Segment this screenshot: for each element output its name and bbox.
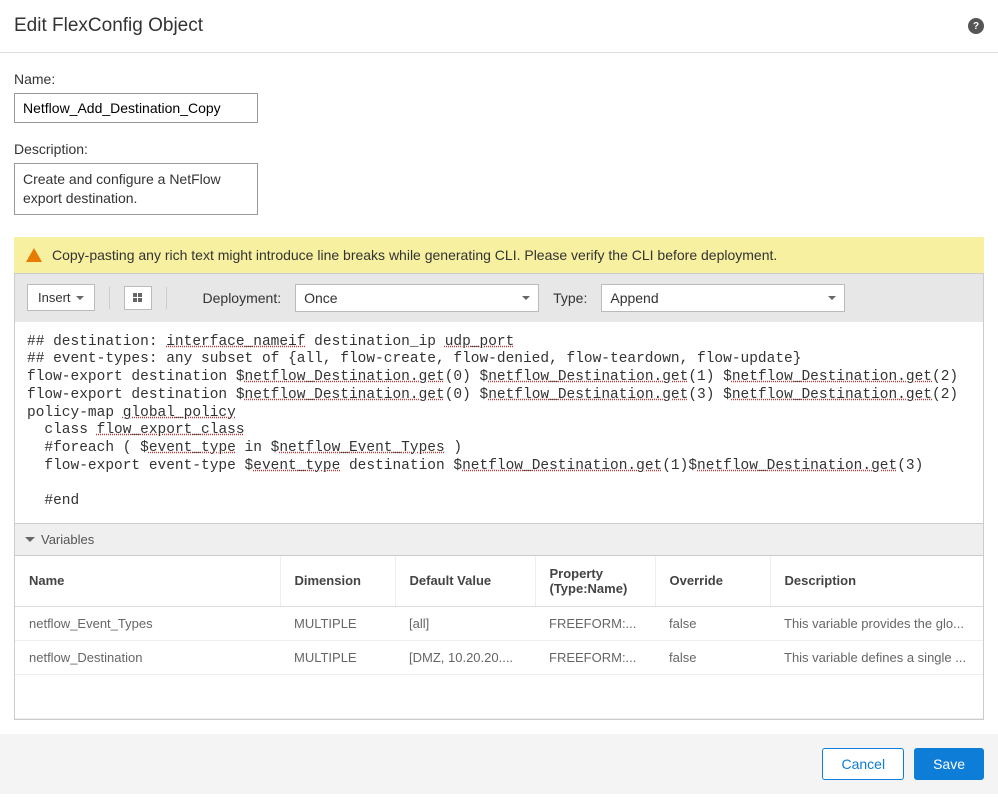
cell-description: This variable defines a single ... xyxy=(770,640,983,674)
cancel-button[interactable]: Cancel xyxy=(822,748,904,780)
deployment-value: Once xyxy=(304,290,337,306)
deployment-label: Deployment: xyxy=(203,290,282,306)
expand-editor-button[interactable] xyxy=(124,286,152,310)
code-editor[interactable]: ## destination: interface_nameif destina… xyxy=(14,322,984,524)
col-name[interactable]: Name xyxy=(15,556,280,607)
cell-default: [all] xyxy=(395,606,535,640)
type-label: Type: xyxy=(553,290,587,306)
description-label: Description: xyxy=(14,141,984,157)
name-input[interactable] xyxy=(14,93,258,123)
description-input[interactable]: Create and configure a NetFlow export de… xyxy=(14,163,258,215)
variables-label: Variables xyxy=(41,532,94,547)
cell-property: FREEFORM:... xyxy=(535,640,655,674)
page-title: Edit FlexConfig Object xyxy=(14,15,203,37)
variables-table: Name Dimension Default Value Property (T… xyxy=(15,556,983,719)
cell-name: netflow_Event_Types xyxy=(15,606,280,640)
divider xyxy=(109,287,110,309)
cell-property: FREEFORM:... xyxy=(535,606,655,640)
cell-dimension: MULTIPLE xyxy=(280,640,395,674)
chevron-down-icon xyxy=(25,537,35,542)
chevron-down-icon xyxy=(522,296,530,300)
table-row[interactable]: netflow_Event_TypesMULTIPLE[all]FREEFORM… xyxy=(15,606,983,640)
cell-override: false xyxy=(655,640,770,674)
cell-dimension: MULTIPLE xyxy=(280,606,395,640)
cell-description: This variable provides the glo... xyxy=(770,606,983,640)
warning-text: Copy-pasting any rich text might introdu… xyxy=(52,247,777,263)
chevron-down-icon xyxy=(828,296,836,300)
save-button[interactable]: Save xyxy=(914,748,984,780)
type-value: Append xyxy=(610,290,658,306)
warning-icon xyxy=(26,248,42,262)
warning-banner: Copy-pasting any rich text might introdu… xyxy=(14,237,984,273)
divider xyxy=(166,287,167,309)
variables-section-header[interactable]: Variables xyxy=(14,524,984,556)
table-row[interactable]: netflow_DestinationMULTIPLE[DMZ, 10.20.2… xyxy=(15,640,983,674)
col-property[interactable]: Property (Type:Name) xyxy=(535,556,655,607)
insert-button[interactable]: Insert xyxy=(27,284,95,311)
insert-label: Insert xyxy=(38,290,71,305)
editor-toolbar: Insert Deployment: Once Type: Append xyxy=(14,273,984,322)
deployment-select[interactable]: Once xyxy=(295,284,539,312)
cell-override: false xyxy=(655,606,770,640)
col-description[interactable]: Description xyxy=(770,556,983,607)
type-select[interactable]: Append xyxy=(601,284,845,312)
cell-name: netflow_Destination xyxy=(15,640,280,674)
help-icon[interactable]: ? xyxy=(968,18,984,34)
dialog-footer: Cancel Save xyxy=(0,734,998,794)
name-label: Name: xyxy=(14,71,984,87)
col-override[interactable]: Override xyxy=(655,556,770,607)
grid-icon xyxy=(133,293,142,302)
variables-table-container: Name Dimension Default Value Property (T… xyxy=(14,556,984,720)
col-dimension[interactable]: Dimension xyxy=(280,556,395,607)
cell-default: [DMZ, 10.20.20.... xyxy=(395,640,535,674)
col-default[interactable]: Default Value xyxy=(395,556,535,607)
chevron-down-icon xyxy=(76,296,84,300)
